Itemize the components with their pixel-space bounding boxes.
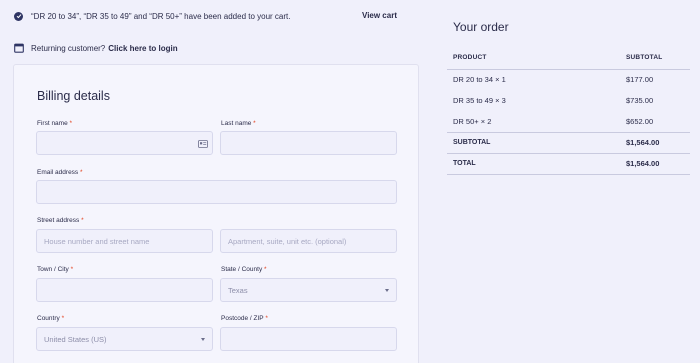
login-link[interactable]: Click here to login bbox=[108, 44, 177, 53]
order-item-name: DR 20 to 34 bbox=[453, 75, 494, 85]
billing-details-title: Billing details bbox=[37, 89, 110, 103]
order-total-row: TOTAL $1,564.00 bbox=[447, 153, 690, 175]
order-item-row: DR 20 to 34 × 1 $177.00 bbox=[447, 69, 690, 90]
check-circle-icon bbox=[14, 11, 23, 21]
calendar-icon bbox=[14, 43, 24, 53]
city-input[interactable] bbox=[44, 279, 205, 301]
order-item-subtotal: $652.00 bbox=[626, 116, 654, 126]
street-address-line1-field[interactable] bbox=[36, 229, 213, 253]
last-name-label: Last name * bbox=[221, 120, 256, 127]
cart-notice: “DR 20 to 34”, “DR 35 to 49” and “DR 50+… bbox=[14, 9, 414, 23]
first-name-label: First name * bbox=[37, 120, 73, 127]
email-label: Email address * bbox=[37, 169, 83, 176]
order-subtotal-value: $1,564.00 bbox=[620, 131, 690, 154]
order-item-row: DR 35 to 49 × 3 $735.00 bbox=[447, 90, 690, 111]
street-address-line2-field[interactable] bbox=[220, 229, 397, 253]
street-address-label: Street address * bbox=[37, 217, 84, 224]
state-selected-value: Texas bbox=[228, 285, 248, 295]
email-field[interactable] bbox=[36, 180, 397, 204]
view-cart-link[interactable]: View cart bbox=[362, 11, 397, 20]
order-item-name: DR 35 to 49 bbox=[453, 96, 494, 105]
order-subtotal-label: SUBTOTAL bbox=[447, 131, 620, 154]
cart-notice-message: “DR 20 to 34”, “DR 35 to 49” and “DR 50+… bbox=[31, 11, 291, 21]
returning-customer-text: Returning customer? bbox=[31, 43, 106, 53]
postcode-label: Postcode / ZIP * bbox=[221, 315, 268, 322]
postcode-input[interactable] bbox=[228, 328, 389, 350]
order-item-name: DR 50+ bbox=[453, 116, 479, 126]
order-total-label: TOTAL bbox=[447, 153, 620, 175]
chevron-down-icon bbox=[385, 288, 389, 292]
order-total-value: $1,564.00 bbox=[620, 153, 690, 175]
email-input[interactable] bbox=[44, 181, 389, 203]
order-item-qty: × 1 bbox=[495, 75, 506, 85]
order-item-qty: × 2 bbox=[480, 116, 492, 126]
returning-customer-notice: Returning customer? Click here to login bbox=[14, 43, 178, 53]
order-item-subtotal: $177.00 bbox=[626, 75, 654, 85]
order-item-row: DR 50+ × 2 $652.00 bbox=[447, 111, 690, 132]
street-address-line1-input[interactable] bbox=[44, 230, 205, 252]
street-address-line2-input[interactable] bbox=[228, 230, 389, 252]
first-name-field[interactable] bbox=[36, 131, 213, 155]
subtotal-column-header: SUBTOTAL bbox=[620, 46, 690, 70]
city-label: Town / City * bbox=[37, 266, 74, 273]
state-select[interactable]: Texas bbox=[220, 278, 397, 302]
contact-card-icon[interactable] bbox=[198, 140, 208, 148]
city-field[interactable] bbox=[36, 278, 213, 302]
chevron-down-icon bbox=[201, 337, 205, 341]
state-label: State / County * bbox=[221, 266, 267, 273]
country-selected-value: United States (US) bbox=[44, 334, 107, 344]
order-subtotal-row: SUBTOTAL $1,564.00 bbox=[447, 131, 690, 154]
last-name-field[interactable] bbox=[220, 131, 397, 155]
your-order-title: Your order bbox=[453, 20, 509, 34]
billing-details-card: Billing details First name * Last name *… bbox=[13, 64, 419, 363]
postcode-field[interactable] bbox=[220, 327, 397, 351]
order-item-subtotal: $735.00 bbox=[626, 96, 654, 105]
order-summary-table: PRODUCT SUBTOTAL DR 20 to 34 × 1 $177.00… bbox=[447, 46, 690, 175]
country-select[interactable]: United States (US) bbox=[36, 327, 213, 351]
order-table-header: PRODUCT SUBTOTAL bbox=[447, 46, 690, 70]
first-name-input[interactable] bbox=[44, 132, 205, 154]
product-column-header: PRODUCT bbox=[447, 46, 620, 70]
order-item-qty: × 3 bbox=[495, 96, 506, 105]
country-label: Country * bbox=[37, 315, 65, 322]
last-name-input[interactable] bbox=[228, 132, 389, 154]
